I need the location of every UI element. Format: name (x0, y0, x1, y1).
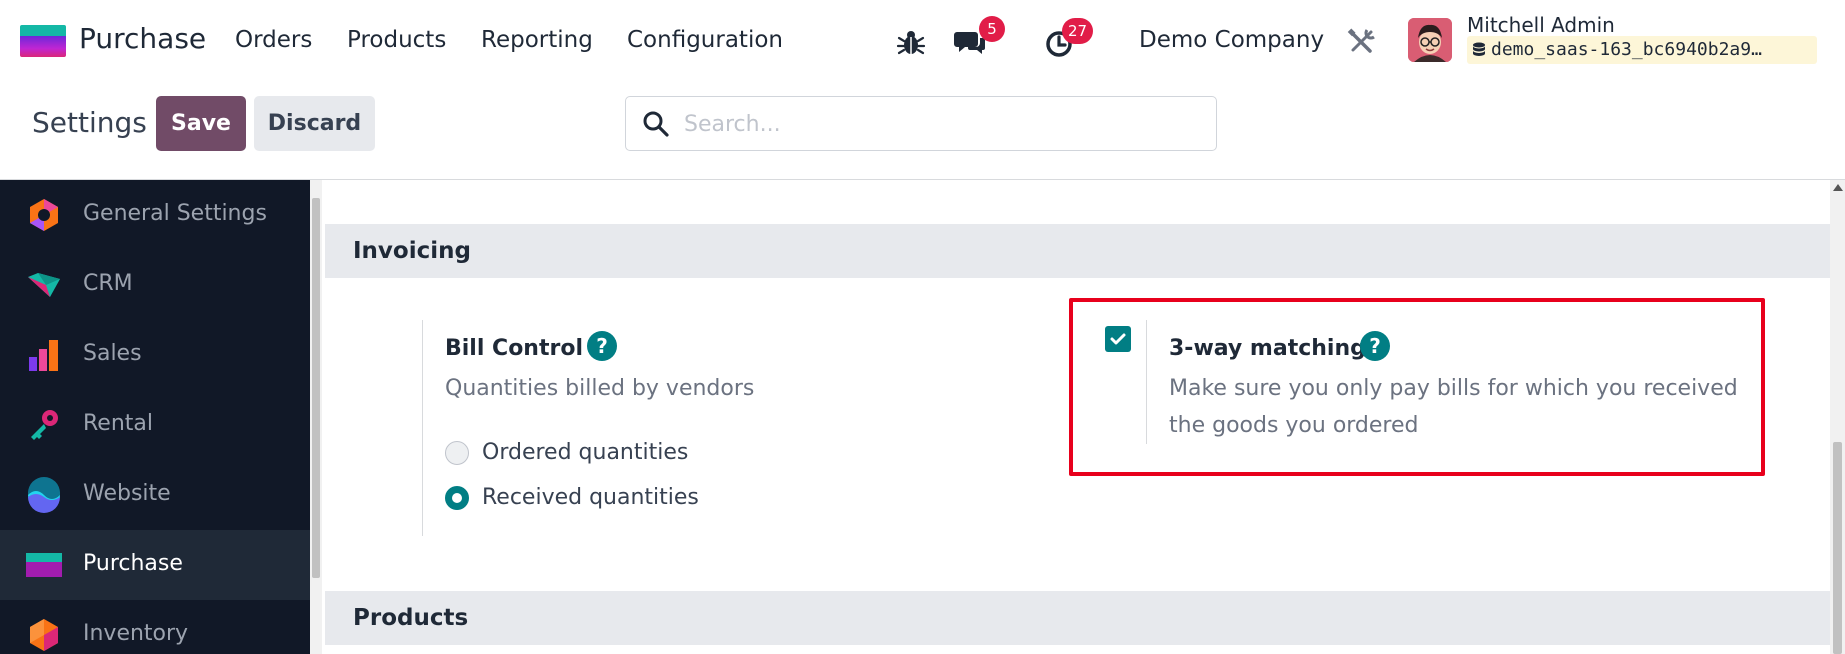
radio-label[interactable]: Received quantities (482, 485, 699, 510)
purchase-app-icon[interactable] (20, 25, 66, 57)
content-scrollbar-thumb[interactable] (1833, 442, 1842, 654)
invoicing-section-header: Invoicing (325, 224, 1830, 278)
radio-label[interactable]: Ordered quantities (482, 440, 688, 465)
company-switcher[interactable]: Demo Company (1139, 27, 1324, 53)
radio-ordered-quantities[interactable] (445, 441, 469, 465)
sidebar-item-label: CRM (83, 271, 133, 296)
sidebar-item-label: Inventory (83, 621, 189, 646)
database-name: demo_saas-163_bc6940b2a9… (1491, 39, 1762, 60)
sidebar-scrollbar-thumb[interactable] (312, 198, 320, 578)
menu-products[interactable]: Products (347, 27, 446, 53)
scroll-up-arrow-icon[interactable] (1833, 184, 1843, 191)
sidebar-item-label: Sales (83, 341, 142, 366)
search-input[interactable] (684, 107, 1194, 141)
user-name[interactable]: Mitchell Admin (1467, 13, 1615, 37)
crm-icon (28, 273, 60, 297)
setting-divider (422, 320, 423, 536)
sidebar-item-label: Website (83, 481, 171, 506)
products-section-header: Products (325, 591, 1830, 645)
purchase-icon (26, 553, 62, 577)
sidebar-scrollbar[interactable] (310, 180, 322, 654)
menu-reporting[interactable]: Reporting (481, 27, 593, 53)
sidebar-item-website[interactable]: Website (0, 460, 310, 530)
sidebar-item-crm[interactable]: CRM (0, 250, 310, 320)
bill-control-title: Bill Control (445, 336, 583, 361)
sidebar-item-label: Rental (83, 411, 153, 436)
page-title: Settings (32, 106, 147, 139)
database-icon (1473, 42, 1485, 56)
bill-control-description: Quantities billed by vendors (445, 376, 755, 401)
menu-orders[interactable]: Orders (235, 27, 312, 53)
section-title: Products (353, 605, 469, 631)
content-scrollbar[interactable] (1830, 180, 1845, 654)
website-icon (28, 477, 60, 513)
search-box[interactable] (625, 96, 1217, 151)
help-icon[interactable]: ? (587, 331, 617, 361)
sidebar-item-inventory[interactable]: Inventory (0, 600, 310, 654)
top-navbar: Purchase Orders Products Reporting Confi… (0, 0, 1845, 80)
sidebar-item-rental[interactable]: Rental (0, 390, 310, 460)
sales-icon (29, 340, 58, 371)
sidebar-item-sales[interactable]: Sales (0, 320, 310, 390)
activities-badge: 27 (1062, 18, 1094, 44)
bug-icon[interactable] (893, 24, 929, 60)
inventory-icon (30, 619, 58, 651)
sidebar-item-label: Purchase (83, 551, 183, 576)
messages-badge: 5 (979, 16, 1005, 42)
sidebar-item-label: General Settings (83, 201, 267, 226)
menu-configuration[interactable]: Configuration (627, 27, 783, 53)
sidebar-item-purchase[interactable]: Purchase (0, 530, 310, 600)
settings-sidebar: General Settings CRM Sales Rental Websit… (0, 180, 310, 654)
radio-received-quantities[interactable] (445, 486, 469, 510)
app-name[interactable]: Purchase (79, 22, 206, 55)
sidebar-item-general-settings[interactable]: General Settings (0, 180, 310, 250)
section-title: Invoicing (353, 238, 471, 264)
general-settings-icon (30, 199, 58, 231)
tools-icon[interactable] (1344, 24, 1380, 60)
database-badge: demo_saas-163_bc6940b2a9… (1467, 36, 1817, 64)
search-icon (643, 111, 669, 137)
save-button[interactable]: Save (156, 96, 246, 151)
user-avatar[interactable] (1408, 18, 1452, 62)
discard-button[interactable]: Discard (254, 96, 375, 151)
highlight-annotation (1069, 298, 1765, 476)
rental-icon (31, 410, 58, 440)
